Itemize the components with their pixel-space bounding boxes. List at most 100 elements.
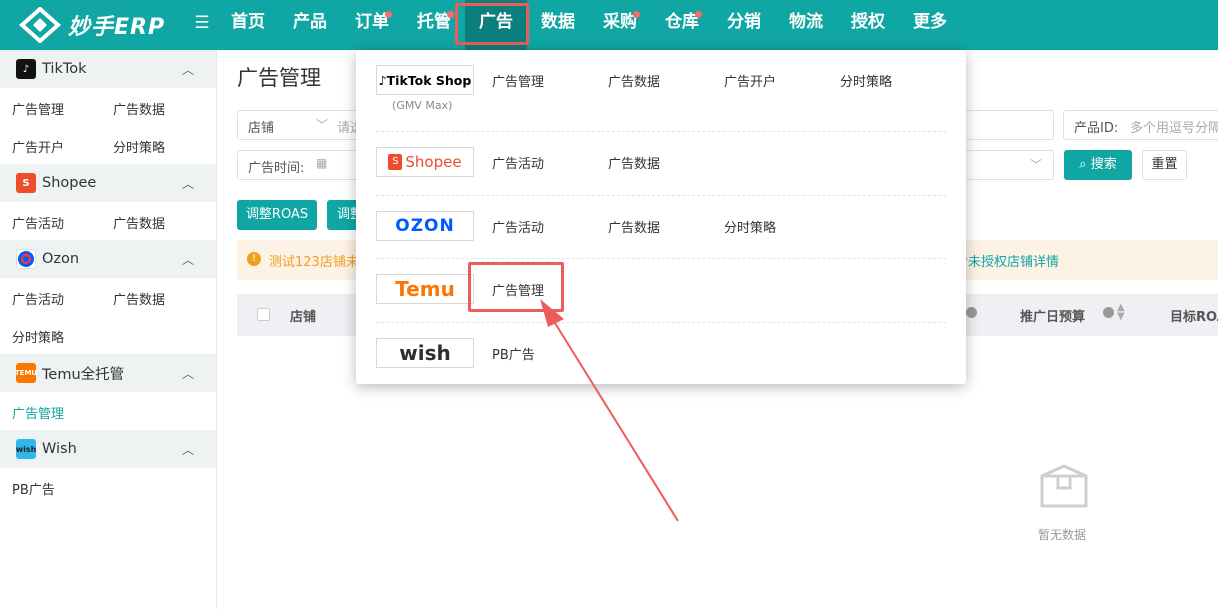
sidebar-section-label: TikTok [42,61,87,77]
sidebar-section-temu[interactable]: TEMU Temu全托管 ︿ [0,354,216,392]
chevron-down-icon: ﹀ [1030,158,1043,172]
search-button[interactable]: ⌕ 搜索 [1064,150,1132,180]
nav-authorization[interactable]: 授权 [840,0,896,50]
sidebar-section-shopee[interactable]: S Shopee ︿ [0,164,216,202]
divider [376,195,946,196]
nav-purchase[interactable]: 采购 [592,0,648,50]
sidebar-item-tiktok-dayparting[interactable]: 分时策略 [113,137,165,156]
nav-home[interactable]: 首页 [220,0,276,50]
sidebar-section-label: Ozon [42,251,80,267]
store-select-value: 店铺 [248,121,275,136]
logo-mark-icon [18,7,62,43]
notification-dot [385,11,392,18]
adjust-roas-button[interactable]: 调整ROAS [237,200,317,230]
filter-select[interactable]: ﹀ [966,150,1054,180]
empty-state-text: 暂无数据 [1038,528,1087,542]
store-select[interactable]: 店铺 ﹀ [237,110,337,140]
tiktok-icon: ♪ [16,59,36,79]
dropdown-item-ozon-dayparting[interactable]: 分时策略 [724,217,776,236]
product-id-label: 产品ID: [1074,121,1119,136]
brand-name: OZON [395,216,455,236]
nav-products[interactable]: 产品 [282,0,338,50]
menu-collapse-icon[interactable]: ☰ [192,13,212,33]
chevron-up-icon: ︿ [181,367,194,381]
shopee-logo: S Shopee [376,147,474,177]
sidebar-item-temu-ad-management[interactable]: 广告管理 [12,403,64,422]
sidebar-item-tiktok-ad-account[interactable]: 广告开户 [12,137,64,156]
nav-orders[interactable]: 订单 [344,0,400,50]
select-all-checkbox[interactable] [257,308,270,321]
brand-name: wish [399,341,451,365]
highlight-box-ads-nav [455,3,529,45]
divider [376,258,946,259]
sidebar-section-ozon[interactable]: Ozon ︿ [0,240,216,278]
column-header-target-roas: 目标ROA [1170,310,1218,325]
empty-box-icon [1040,464,1088,508]
nav-managed[interactable]: 托管 [406,0,462,50]
brand-name: Shopee [405,153,462,171]
nav-distribution[interactable]: 分销 [716,0,772,50]
sidebar-item-shopee-campaigns[interactable]: 广告活动 [12,213,64,232]
search-icon: ⌕ [1079,157,1087,172]
sidebar-section-label: Shopee [42,175,97,191]
sidebar-section-label: Wish [42,441,77,457]
reset-button[interactable]: 重置 [1142,150,1187,180]
product-id-field[interactable]: 产品ID: 多个用逗号分隔 [1063,110,1218,140]
dropdown-item-tiktok-ad-account[interactable]: 广告开户 [724,71,776,90]
unauthorized-store-details-link[interactable]: 看未授权店铺详情 [955,251,1059,270]
shopee-bag-icon: S [388,154,403,170]
sort-icon[interactable]: ▲ ▼ [1117,303,1125,322]
product-id-placeholder: 多个用逗号分隔 [1130,121,1218,136]
dropdown-item-ozon-ad-data[interactable]: 广告数据 [608,217,660,236]
dropdown-item-shopee-ad-data[interactable]: 广告数据 [608,153,660,172]
calendar-icon: ▦ [316,156,328,170]
chevron-down-icon: ﹀ [316,118,329,132]
sidebar-section-label: Temu全托管 [42,366,125,383]
chevron-up-icon: ︿ [181,253,194,267]
dropdown-item-tiktok-dayparting[interactable]: 分时策略 [840,71,892,90]
shopee-icon: S [16,173,36,193]
tiktok-shop-logo: ♪TikTok Shop [376,65,474,95]
notification-dot [695,11,702,18]
sidebar-section-tiktok[interactable]: ♪ TikTok ︿ [0,50,216,88]
sidebar-item-ozon-ad-data[interactable]: 广告数据 [113,289,165,308]
dropdown-item-shopee-campaigns[interactable]: 广告活动 [492,153,544,172]
app-logo[interactable]: 妙手ERP [18,7,165,43]
temu-logo: Temu [376,274,474,304]
filter-input[interactable] [966,110,1054,140]
sidebar-item-ozon-dayparting[interactable]: 分时策略 [12,327,64,346]
sidebar-item-ozon-campaigns[interactable]: 广告活动 [12,289,64,308]
ad-time-picker[interactable]: 广告时间: ▦ [237,150,369,180]
logo-text: 妙手ERP [68,15,166,40]
ozon-icon [16,249,36,269]
nav-warehouse[interactable]: 仓库 [654,0,710,50]
chevron-up-icon: ︿ [181,63,194,77]
search-button-label: 搜索 [1090,157,1117,172]
chevron-up-icon: ︿ [181,443,194,457]
column-header-daily-budget[interactable]: 推广日预算 [1020,306,1085,325]
brand-name: TikTok Shop [386,72,472,88]
brand-subtitle: (GMV Max) [392,99,453,112]
nav-data[interactable]: 数据 [530,0,586,50]
warning-icon: ! [247,252,261,266]
dropdown-item-ozon-campaigns[interactable]: 广告活动 [492,217,544,236]
top-nav-bar: 妙手ERP ☰ 首页 产品 订单 托管 广告 数据 采购 仓库 分销 物流 授权… [0,0,1218,50]
dropdown-item-tiktok-ad-data[interactable]: 广告数据 [608,71,660,90]
notification-dot [633,11,640,18]
nav-more[interactable]: 更多 [902,0,958,50]
wish-logo: wish [376,338,474,368]
sidebar-section-wish[interactable]: wish Wish ︿ [0,430,216,468]
dropdown-item-tiktok-ad-management[interactable]: 广告管理 [492,71,544,90]
chevron-up-icon: ︿ [181,177,194,191]
annotation-arrow [540,299,679,522]
ad-time-label: 广告时间: [248,161,305,176]
sidebar-item-wish-pb-ads[interactable]: PB广告 [12,479,55,498]
ozon-logo: OZON [376,211,474,241]
nav-logistics[interactable]: 物流 [778,0,834,50]
help-icon [966,307,977,318]
sidebar-item-tiktok-ad-data[interactable]: 广告数据 [113,99,165,118]
sidebar-item-tiktok-ad-management[interactable]: 广告管理 [12,99,64,118]
sidebar-item-shopee-ad-data[interactable]: 广告数据 [113,213,165,232]
column-header-store: 店铺 [290,310,317,325]
brand-name: Temu [395,277,455,301]
